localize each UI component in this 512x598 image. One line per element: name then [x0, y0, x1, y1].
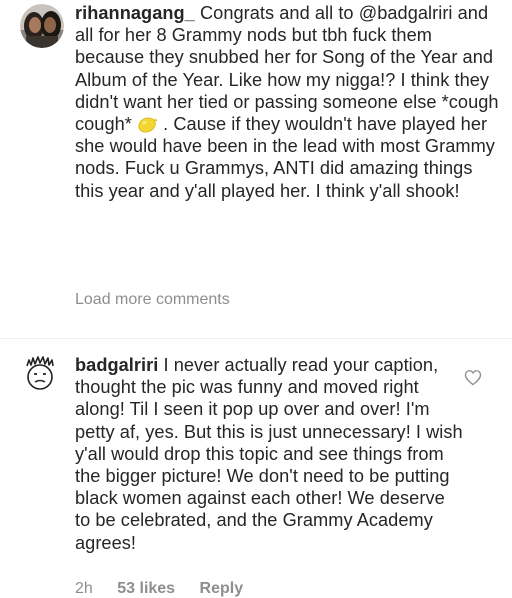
- avatar[interactable]: [18, 352, 62, 396]
- lemon-icon: [138, 117, 158, 133]
- comment-timestamp: 2h: [75, 580, 93, 597]
- load-more-comments-link[interactable]: Load more comments: [75, 291, 230, 309]
- divider: [0, 338, 512, 339]
- avatar-drawing: [18, 352, 62, 396]
- avatar[interactable]: [20, 4, 64, 48]
- heart-outline-icon[interactable]: [464, 369, 482, 386]
- comment-text: I never actually read your caption, thou…: [75, 355, 463, 553]
- comment-username[interactable]: badgalriri: [75, 355, 158, 375]
- likes-count[interactable]: 53 likes: [117, 580, 175, 597]
- avatar-photo: [20, 4, 64, 48]
- comment-username[interactable]: rihannagang_: [75, 3, 195, 23]
- comment-body: badgalriri I never actually read your ca…: [75, 354, 465, 554]
- comment-meta: 2h 53 likes Reply: [75, 580, 263, 598]
- comment-body: rihannagang_ Congrats and all to @badgal…: [75, 2, 503, 202]
- reply-button[interactable]: Reply: [200, 580, 244, 597]
